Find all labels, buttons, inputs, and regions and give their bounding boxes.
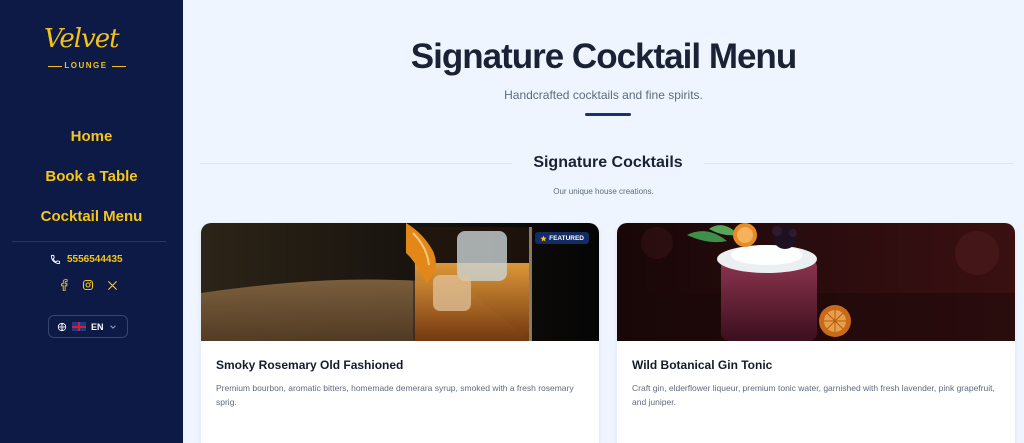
logo-script: Velvet — [44, 24, 120, 54]
language-code: EN — [91, 321, 104, 332]
cocktail-card[interactable]: FEATURED Smoky Rosemary Old Fashioned Pr… — [201, 223, 599, 443]
title-underline — [585, 113, 631, 116]
logo-line-right — [112, 66, 126, 67]
page-title: Signature Cocktail Menu — [410, 37, 797, 76]
instagram-icon[interactable] — [82, 279, 94, 291]
card-title: Smoky Rosemary Old Fashioned — [216, 358, 404, 372]
section-divider-right — [704, 163, 1014, 164]
nav-cocktail-menu[interactable]: Cocktail Menu — [0, 208, 183, 225]
featured-label: FEATURED — [549, 234, 584, 242]
old-fashioned-image: FEATURED — [201, 223, 599, 341]
phone-number: 5556544435 — [67, 253, 123, 265]
social-links — [58, 279, 118, 291]
globe-icon — [57, 322, 67, 331]
chevron-down-icon — [109, 324, 116, 329]
card-title: Wild Botanical Gin Tonic — [632, 358, 773, 372]
language-selector[interactable]: EN — [48, 315, 128, 338]
x-icon[interactable] — [106, 279, 118, 291]
facebook-icon[interactable] — [58, 279, 70, 291]
featured-badge: FEATURED — [535, 232, 589, 244]
cocktail-card[interactable]: Wild Botanical Gin Tonic Craft gin, elde… — [617, 223, 1015, 443]
gin-tonic-image — [617, 223, 1015, 341]
nav-home[interactable]: Home — [0, 128, 183, 145]
velvet-lounge-logo[interactable]: Velvet LOUNGE — [36, 24, 140, 76]
card-description: Premium bourbon, aromatic bitters, homem… — [216, 383, 574, 407]
card-description: Craft gin, elderflower liqueur, premium … — [632, 383, 995, 407]
page-subtitle: Handcrafted cocktails and fine spirits. — [504, 88, 703, 102]
section-subtitle: Our unique house creations. — [553, 187, 654, 196]
star-icon — [540, 235, 547, 241]
nav-book-a-table[interactable]: Book a Table — [0, 168, 183, 185]
sidebar: Velvet LOUNGE Home Book a Table Cocktail… — [0, 0, 183, 443]
uk-flag-icon — [72, 322, 86, 331]
phone-link[interactable]: 5556544435 — [50, 252, 123, 266]
phone-icon — [50, 254, 61, 264]
sidebar-divider — [12, 241, 166, 242]
section-divider-left — [200, 163, 512, 164]
section-title: Signature Cocktails — [533, 154, 683, 171]
